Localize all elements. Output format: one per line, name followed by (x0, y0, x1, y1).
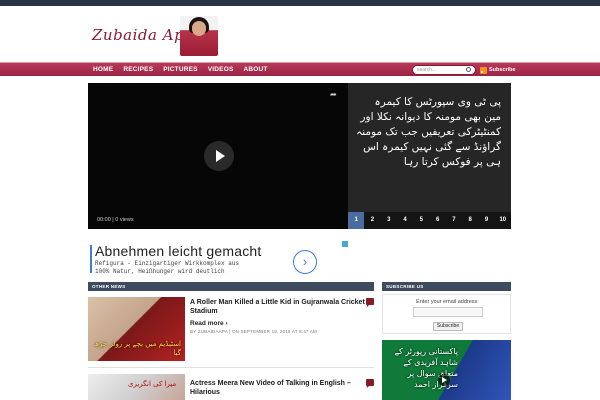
logo-portrait (180, 16, 218, 56)
nav-item-about[interactable]: ABOUT (238, 63, 272, 77)
pager-page-4[interactable]: 4 (397, 212, 413, 229)
featured-caption-text: پی ٹی وی سپورٹس کا کیمرہ مین بھی مومنہ ک… (356, 96, 501, 168)
play-icon[interactable] (204, 141, 234, 171)
rss-icon (480, 66, 487, 74)
nav-item-home[interactable]: HOME (88, 63, 118, 77)
ad-arrow-icon[interactable]: › (293, 250, 317, 274)
email-field[interactable] (413, 307, 483, 317)
share-icon[interactable]: ➦ (330, 91, 338, 99)
comment-icon[interactable] (366, 298, 374, 307)
pager-page-9[interactable]: 9 (478, 212, 494, 229)
comment-icon[interactable] (366, 379, 374, 388)
thumbnail-text: میرا کی انگریزی (128, 380, 177, 388)
portrait-face (192, 21, 206, 36)
ad-choices-icon[interactable] (342, 241, 348, 247)
post-title[interactable]: A Roller Man Killed a Little Kid in Gujr… (190, 298, 366, 316)
search-icon[interactable] (466, 67, 471, 72)
main-nav: HOME RECIPES PICTURES VIDEOS ABOUT searc… (0, 62, 600, 76)
video-player[interactable]: ➦ 00:00 | 0 views (88, 83, 348, 229)
nav-item-recipes[interactable]: RECIPES (118, 63, 158, 77)
ad-body-line1: Refigura - Einzigartiger Wirkkomplex aus (95, 260, 240, 267)
post-thumbnail[interactable]: میرا کی انگریزی (88, 374, 185, 400)
site-logo[interactable]: Zubaida Appa (92, 16, 222, 58)
ad-title: Abnehmen leicht gemacht (95, 243, 262, 259)
featured-pager: 1 2 3 4 5 6 7 8 9 10 (348, 212, 511, 229)
email-label: Enter your email address: (416, 299, 479, 305)
ad-banner[interactable]: Abnehmen leicht gemacht Refigura - Einzi… (88, 239, 348, 277)
pager-page-10[interactable]: 10 (495, 212, 511, 229)
nav-item-videos[interactable]: VIDEOS (203, 63, 239, 77)
nav-item-pictures[interactable]: PICTURES (158, 63, 202, 77)
subscribe-label: Subscribe (489, 67, 516, 73)
side-video-thumbnail[interactable]: پاکستانی رپورٹر کے شاہد آفریدی کے متعلق … (382, 340, 511, 400)
pager-page-7[interactable]: 7 (446, 212, 462, 229)
other-news-heading: OTHER NEWS (88, 282, 374, 291)
pager-page-5[interactable]: 5 (413, 212, 429, 229)
play-icon[interactable] (438, 374, 450, 386)
thumbnail-text: اسٹیڈیم میں بچے پر رولر چڑھ گیا (94, 340, 181, 357)
pager-page-2[interactable]: 2 (364, 212, 380, 229)
subscribe-widget: Enter your email address: Subscribe (382, 294, 511, 334)
ad-accent-bar (90, 245, 92, 273)
post-title[interactable]: Actress Meera New Video of Talking in En… (190, 379, 366, 397)
nav-items: HOME RECIPES PICTURES VIDEOS ABOUT (88, 63, 273, 77)
player-meta: 00:00 | 0 views (97, 217, 134, 223)
post-thumbnail[interactable]: اسٹیڈیم میں بچے پر رولر چڑھ گیا (88, 297, 185, 361)
subscribe-button[interactable]: Subscribe (433, 322, 463, 331)
pager-page-8[interactable]: 8 (462, 212, 478, 229)
pager-page-3[interactable]: 3 (381, 212, 397, 229)
top-strip (0, 0, 600, 6)
pager-page-6[interactable]: 6 (429, 212, 445, 229)
read-more-link[interactable]: Read more › (190, 320, 228, 327)
featured-caption[interactable]: پی ٹی وی سپورٹس کا کیمرہ مین بھی مومنہ ک… (348, 83, 511, 212)
post-meta: BY ZUBAIDAAPA | ON SEPTEMBER 19, 2016 AT… (190, 329, 317, 334)
pager-page-1[interactable]: 1 (348, 212, 365, 229)
ad-body-line2: 100% Natur, Heißhunger wird deutlich (95, 268, 225, 275)
post-divider (88, 367, 374, 368)
subscribe-link[interactable]: Subscribe (480, 64, 516, 76)
subscribe-heading: SUBSCRIBE US (382, 282, 511, 291)
